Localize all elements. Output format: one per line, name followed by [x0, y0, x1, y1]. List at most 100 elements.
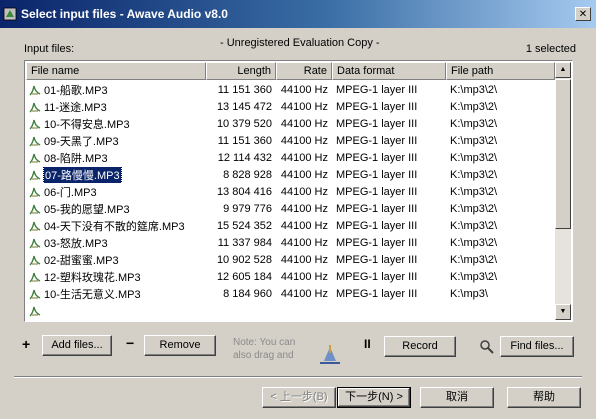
length-cell: 11 337 984	[217, 236, 272, 249]
file-name: 06-门.MP3	[44, 186, 97, 199]
file-name-cell: 10-生活无意义.MP3	[26, 286, 206, 302]
length-cell: 15 524 352	[216, 219, 272, 232]
table-row[interactable]: 06-门.MP3 13 804 416 44100 Hz MPEG-1 layer I…	[26, 183, 555, 200]
audio-file-icon	[28, 134, 42, 148]
app-icon	[3, 7, 17, 21]
table-row[interactable]: 12-塑料玫瑰花.MP3 12 605 184 44100 Hz MPEG-1 lay…	[26, 268, 555, 285]
length-cell: 8 828 928	[223, 168, 272, 181]
format-cell: MPEG-1 layer III	[336, 83, 418, 96]
file-list[interactable]: File name Length Rate Data format File p…	[24, 60, 573, 322]
table-row[interactable]: 02-甜蜜蜜.MP3 10 902 528 44100 Hz MPEG-1 layer…	[26, 251, 555, 268]
audio-file-icon	[28, 185, 42, 199]
remove-button[interactable]: Remove	[144, 335, 216, 356]
length-cell: 12 605 184	[216, 270, 272, 283]
table-row[interactable]: 11-迷途.MP3 13 145 472 44100 Hz MPEG-1 layer …	[26, 98, 555, 115]
file-name-cell: 12-塑料玫瑰花.MP3	[26, 269, 206, 285]
rate-cell: 44100 Hz	[280, 151, 328, 164]
drop-target-icon	[320, 345, 340, 364]
vertical-scrollbar[interactable]: ▲ ▼	[555, 62, 571, 320]
file-name-cell: 05-我的愿望.MP3	[26, 201, 206, 217]
audio-file-icon	[28, 117, 42, 131]
path-cell: K:\mp3\2\	[450, 134, 498, 147]
file-name-cell: 01-船歌.MP3	[26, 82, 206, 98]
record-button[interactable]: Record	[384, 336, 456, 357]
list-header: File name Length Rate Data format File p…	[26, 62, 555, 80]
file-name: 11-迷途.MP3	[44, 101, 107, 114]
separator	[14, 376, 582, 378]
file-name: 10-生活无意义.MP3	[44, 288, 141, 301]
table-row[interactable]: 01-船歌.MP3 11 151 360 44100 Hz MPEG-1 layer …	[26, 81, 555, 98]
help-button[interactable]: 帮助	[507, 387, 581, 408]
file-name: 10-不得安息.MP3	[44, 118, 130, 131]
format-cell: MPEG-1 layer III	[336, 253, 418, 266]
file-name-cell: 02-甜蜜蜜.MP3	[26, 252, 206, 268]
path-cell: K:\mp3\	[450, 287, 488, 300]
scroll-down-icon[interactable]: ▼	[555, 304, 571, 320]
column-rate[interactable]: Rate	[276, 62, 332, 80]
length-cell: 13 145 472	[216, 100, 272, 113]
format-cell: MPEG-1 layer III	[336, 236, 418, 249]
table-row[interactable]: 10-生活无意义.MP3 8 184 960 44100 Hz MPEG-1 laye…	[26, 285, 555, 302]
column-length[interactable]: Length	[206, 62, 276, 80]
window-title: Select input files - Awave Audio v8.0	[21, 7, 228, 21]
format-cell: MPEG-1 layer III	[336, 219, 418, 232]
file-name: 03-怒放.MP3	[44, 237, 108, 250]
file-rows: 01-船歌.MP3 11 151 360 44100 Hz MPEG-1 layer …	[26, 81, 555, 319]
path-cell: K:\mp3\2\	[450, 219, 498, 232]
next-button[interactable]: 下一步(N) >	[337, 387, 411, 408]
path-cell: K:\mp3\2\	[450, 151, 498, 164]
format-cell: MPEG-1 layer III	[336, 185, 418, 198]
rate-cell: 44100 Hz	[280, 253, 328, 266]
file-name-cell	[26, 304, 206, 318]
format-cell: MPEG-1 layer III	[336, 117, 418, 130]
table-row[interactable]: 05-我的愿望.MP3 9 979 776 44100 Hz MPEG-1 layer…	[26, 200, 555, 217]
path-cell: K:\mp3\2\	[450, 100, 498, 113]
file-name-cell: 09-天黑了.MP3	[26, 133, 206, 149]
column-file-name[interactable]: File name	[26, 62, 206, 80]
close-button[interactable]: ✕	[575, 7, 591, 21]
path-cell: K:\mp3\2\	[450, 270, 498, 283]
file-name: 07-路慢慢.MP3	[43, 166, 122, 183]
add-files-button[interactable]: Add files...	[42, 335, 112, 356]
path-cell: K:\mp3\2\	[450, 185, 498, 198]
table-row[interactable]	[26, 302, 555, 319]
rate-cell: 44100 Hz	[280, 270, 328, 283]
table-row[interactable]: 10-不得安息.MP3 10 379 520 44100 Hz MPEG-1 laye…	[26, 115, 555, 132]
format-cell: MPEG-1 layer III	[336, 134, 418, 147]
format-cell: MPEG-1 layer III	[336, 100, 418, 113]
audio-file-icon	[28, 83, 42, 97]
path-cell: K:\mp3\2\	[450, 253, 498, 266]
table-row[interactable]: 07-路慢慢.MP3 8 828 928 44100 Hz MPEG-1 layer …	[26, 166, 555, 183]
back-button[interactable]: < 上一步(B)	[262, 387, 336, 408]
cancel-button[interactable]: 取消	[420, 387, 494, 408]
audio-file-icon	[28, 202, 42, 216]
length-cell: 13 804 416	[216, 185, 272, 198]
length-cell: 9 979 776	[223, 202, 272, 215]
file-name-cell: 11-迷途.MP3	[26, 99, 206, 115]
length-cell: 10 902 528	[216, 253, 272, 266]
find-files-button[interactable]: Find files...	[500, 336, 574, 357]
file-name: 05-我的愿望.MP3	[44, 203, 130, 216]
table-row[interactable]: 04-天下没有不散的筵席.MP3 15 524 352 44100 Hz MPEG-1…	[26, 217, 555, 234]
minus-icon: −	[126, 335, 135, 351]
path-cell: K:\mp3\2\	[450, 117, 498, 130]
file-name-cell: 07-路慢慢.MP3	[26, 166, 206, 183]
table-row[interactable]: 03-怒放.MP3 11 337 984 44100 Hz MPEG-1 layer …	[26, 234, 555, 251]
column-file-path[interactable]: File path	[446, 62, 555, 80]
scroll-thumb[interactable]	[555, 79, 571, 229]
drag-note: Note: You can also drag and	[233, 337, 296, 361]
format-cell: MPEG-1 layer III	[336, 287, 418, 300]
format-cell: MPEG-1 layer III	[336, 151, 418, 164]
title-bar: Select input files - Awave Audio v8.0 ✕	[0, 0, 596, 28]
length-cell: 12 114 432	[217, 151, 272, 164]
column-data-format[interactable]: Data format	[332, 62, 446, 80]
selection-count: 1 selected	[525, 43, 576, 55]
file-name-cell: 08-陷阱.MP3	[26, 150, 206, 166]
scroll-up-icon[interactable]: ▲	[555, 62, 571, 78]
table-row[interactable]: 09-天黑了.MP3 11 151 360 44100 Hz MPEG-1 layer…	[26, 132, 555, 149]
table-row[interactable]: 08-陷阱.MP3 12 114 432 44100 Hz MPEG-1 layer …	[26, 149, 555, 166]
length-cell: 10 379 520	[216, 117, 272, 130]
search-icon	[480, 340, 494, 354]
evaluation-notice: - Unregistered Evaluation Copy -	[220, 37, 380, 49]
path-cell: K:\mp3\2\	[450, 236, 498, 249]
